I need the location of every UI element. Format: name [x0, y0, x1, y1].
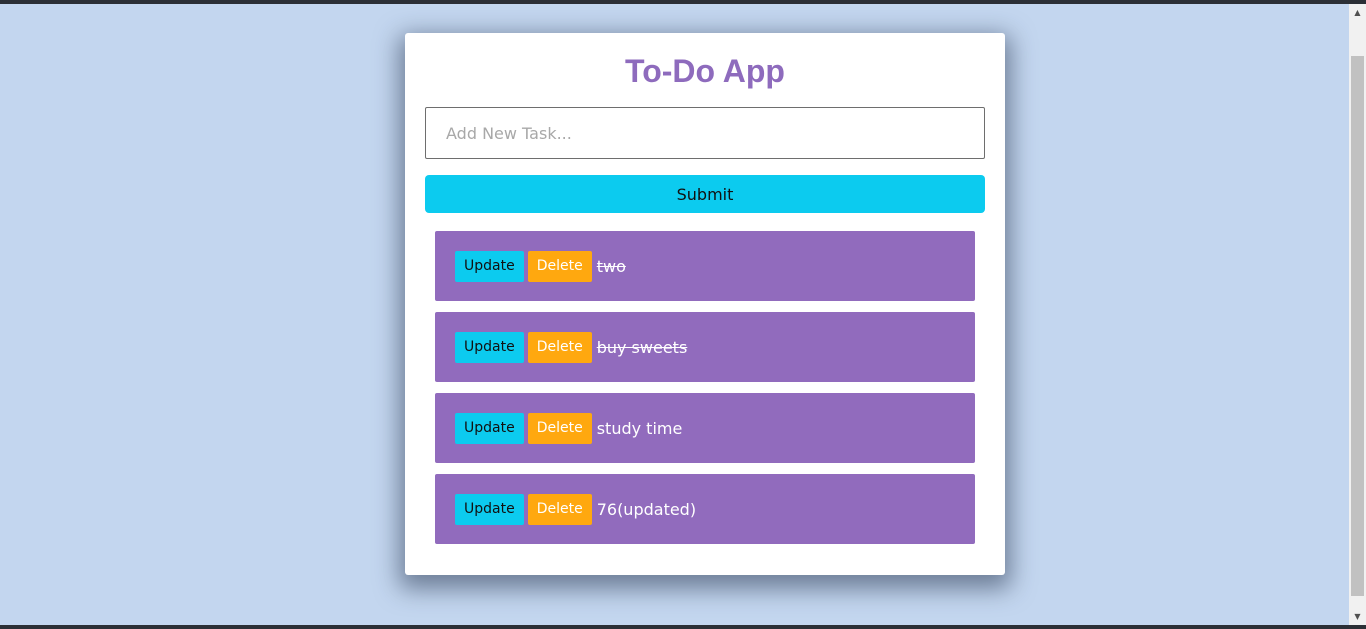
page-title: To-Do App — [625, 53, 785, 89]
scroll-down-icon[interactable]: ▼ — [1349, 608, 1366, 625]
update-button[interactable]: Update — [455, 250, 524, 282]
todo-card: To-Do App Submit Update Delete two Updat… — [405, 33, 1005, 575]
new-task-input[interactable] — [425, 107, 985, 159]
update-button[interactable]: Update — [455, 493, 524, 525]
window-top-edge — [0, 0, 1366, 4]
delete-button[interactable]: Delete — [527, 250, 592, 282]
delete-button[interactable]: Delete — [527, 331, 592, 363]
task-text[interactable]: buy sweets — [597, 338, 688, 357]
window-bottom-edge — [0, 625, 1366, 629]
task-item: Update Delete buy sweets — [435, 312, 975, 382]
update-button[interactable]: Update — [455, 412, 524, 444]
task-text[interactable]: study time — [597, 419, 683, 438]
task-text[interactable]: 76(updated) — [597, 500, 696, 519]
task-item: Update Delete two — [435, 231, 975, 301]
task-item: Update Delete 76(updated) — [435, 474, 975, 544]
scroll-up-icon[interactable]: ▲ — [1349, 4, 1366, 21]
scroll-thumb[interactable] — [1351, 56, 1364, 596]
delete-button[interactable]: Delete — [527, 493, 592, 525]
submit-button[interactable]: Submit — [425, 175, 985, 213]
vertical-scrollbar[interactable]: ▲ ▼ — [1349, 4, 1366, 625]
update-button[interactable]: Update — [455, 331, 524, 363]
delete-button[interactable]: Delete — [527, 412, 592, 444]
task-text[interactable]: two — [597, 257, 626, 276]
task-list: Update Delete two Update Delete buy swee… — [435, 231, 975, 555]
task-item: Update Delete study time — [435, 393, 975, 463]
